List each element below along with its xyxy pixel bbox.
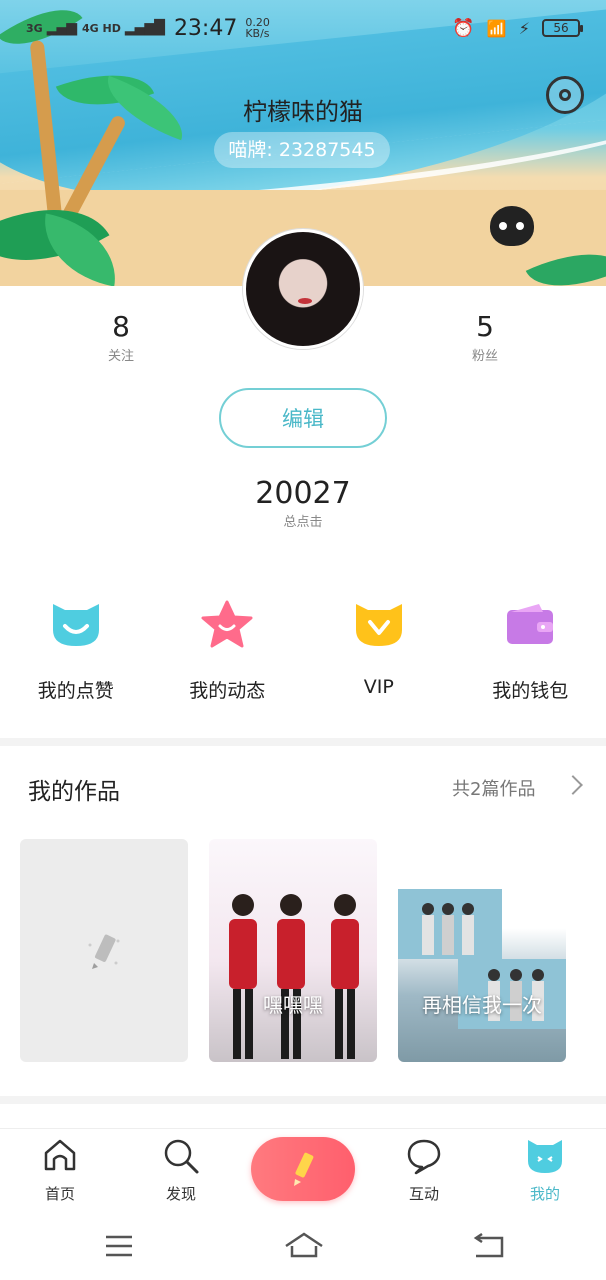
status-bar: 3G ▂▄▆ 4G HD ▂▄▆█ 23:47 0.20 KB/s ⏰ 📶 ⚡ … [0,0,606,56]
nav-mine[interactable]: 我的 [505,1137,585,1204]
nav-discover[interactable]: 发现 [141,1137,221,1204]
quick-menu: 我的点赞 我的动态 VIP 我的钱包 [0,600,606,710]
menu-item-wallet[interactable]: 我的钱包 [455,600,606,710]
signal-bars-icon: ▂▄▆ [46,20,77,36]
following-label: 关注 [107,349,134,364]
battery-indicator: 56 [542,19,583,37]
nav-home[interactable]: 首页 [20,1137,100,1204]
home-key-icon[interactable] [284,1232,324,1262]
signal-3g: 3G [26,21,43,35]
edit-profile-button[interactable]: 编辑 [219,388,387,448]
pencil-icon [289,1151,319,1191]
total-clicks: 20027 总点击 [0,476,606,530]
menu-label: 我的动态 [189,680,266,702]
signal-bars-icon: ▂▄▆█ [124,20,165,36]
works-count[interactable]: 共2篇作品 [452,775,535,801]
menu-item-likes[interactable]: 我的点赞 [0,600,152,710]
nav-interact-label: 互动 [408,1185,439,1203]
home-icon [20,1137,100,1177]
pencil-icon [84,931,124,975]
work-cover-image [398,839,566,1062]
net-speed: 0.20 KB/s [245,17,270,39]
system-nav-bar [0,1212,606,1280]
following-stat[interactable]: 8 关注 [81,310,161,364]
nav-interact[interactable]: 互动 [384,1137,464,1204]
work-title: 再相信我一次 [422,993,542,1017]
work-card-new[interactable] [20,839,188,1062]
chat-bubble-icon [384,1137,464,1177]
total-clicks-count: 20027 [255,476,351,511]
work-cover-image [209,839,377,1062]
section-divider [0,1096,606,1104]
create-post-button[interactable] [251,1137,355,1201]
menu-label: 我的钱包 [492,680,569,702]
menu-icon[interactable] [104,1234,134,1262]
menu-item-vip[interactable]: VIP [303,600,455,710]
cat-smile-icon [49,600,103,648]
section-divider [0,738,606,746]
fans-stat[interactable]: 5 粉丝 [445,310,525,364]
bottom-nav: 首页 发现 互动 我的 [0,1128,606,1210]
charging-icon: ⚡ [518,18,530,38]
vip-cat-icon [352,600,406,648]
avatar[interactable] [243,229,363,349]
fans-label: 粉丝 [471,349,498,364]
total-clicks-label: 总点击 [283,515,323,530]
username: 柠檬味的猫 [243,98,363,126]
menu-label: VIP [363,676,394,698]
fans-count: 5 [476,310,494,343]
following-count: 8 [112,310,130,343]
user-badge-id: 喵牌: 23287545 [214,132,390,168]
wallet-icon [503,600,557,648]
status-right: ⏰ 📶 ⚡ 56 [452,17,583,39]
status-time: 23:47 [173,15,238,41]
search-icon [141,1137,221,1177]
menu-label: 我的点赞 [37,680,114,702]
nav-discover-label: 发现 [165,1185,196,1203]
work-title: 嘿嘿嘿 [263,993,323,1017]
works-title: 我的作品 [28,779,120,805]
signal-4g: 4G HD [82,21,121,35]
nav-home-label: 首页 [44,1185,75,1203]
back-icon[interactable] [472,1232,506,1264]
alarm-icon: ⏰ [452,17,475,39]
net-speed-unit: KB/s [245,27,270,40]
black-cat-mascot-icon [490,206,534,246]
star-face-icon [200,600,254,648]
chevron-right-icon[interactable] [563,775,583,795]
wifi-icon: 📶 [486,18,507,38]
menu-item-moments[interactable]: 我的动态 [152,600,304,710]
work-card[interactable]: 再相信我一次 [398,839,566,1062]
cat-face-icon [505,1137,585,1177]
work-card[interactable]: 嘿嘿嘿 [209,839,377,1062]
nav-mine-label: 我的 [529,1185,560,1203]
